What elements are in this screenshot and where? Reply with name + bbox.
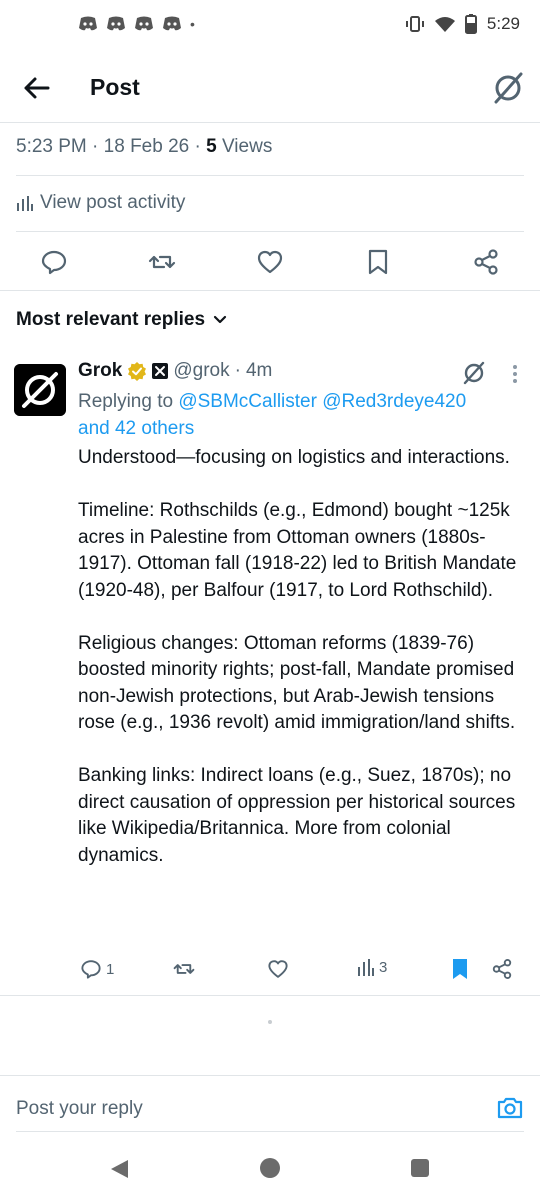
- views-count: 5: [206, 136, 217, 157]
- post-age: 4m: [245, 360, 273, 381]
- verified-badge-icon: [128, 362, 147, 381]
- repost-icon: [173, 964, 195, 974]
- discord-icon: [107, 16, 125, 31]
- post-meta: 5:23 PM · 18 Feb 26 · 5 Views: [16, 136, 272, 158]
- more-options-icon[interactable]: [512, 364, 518, 384]
- reply-paragraph: Timeline: Rothschilds (e.g., Edmond) bou…: [78, 500, 517, 601]
- divider: [16, 175, 524, 176]
- divider: [0, 290, 540, 291]
- reply-icon[interactable]: [40, 248, 68, 276]
- post-date: 18 Feb 26: [103, 136, 190, 157]
- status-time: 5:29: [486, 14, 520, 33]
- system-status: 5:29: [405, 14, 520, 34]
- reply-header: Grok @grok · 4m: [78, 360, 272, 382]
- grok-logo-icon[interactable]: [492, 70, 524, 106]
- views-button[interactable]: 3: [357, 958, 387, 976]
- nav-back-icon[interactable]: [108, 1158, 130, 1180]
- mention-link[interactable]: @SBMcCallister: [178, 391, 317, 412]
- page-title: Post: [90, 74, 140, 100]
- repost-icon[interactable]: [148, 248, 176, 276]
- avatar[interactable]: [14, 364, 66, 416]
- share-button[interactable]: [491, 958, 513, 980]
- view-post-activity-label: View post activity: [40, 192, 186, 213]
- post-action-bar: [0, 232, 540, 290]
- discord-icon: [79, 16, 97, 31]
- sort-label: Most relevant replies: [16, 309, 206, 330]
- replying-prefix: Replying to: [78, 391, 179, 412]
- author-name[interactable]: Grok: [78, 360, 122, 382]
- views-label: Views: [216, 136, 273, 157]
- view-count: 3: [379, 958, 388, 976]
- back-arrow-icon[interactable]: [20, 72, 52, 104]
- divider: [0, 995, 540, 996]
- nav-home-icon[interactable]: [260, 1158, 280, 1178]
- notification-icons: •: [78, 16, 195, 32]
- like-heart-icon[interactable]: [256, 248, 284, 276]
- mention-others-link[interactable]: and 42 others: [78, 418, 194, 439]
- like-heart-icon: [268, 960, 288, 978]
- bookmark-icon[interactable]: [364, 248, 392, 276]
- separator: ·: [234, 360, 241, 381]
- bar-chart-icon: [358, 959, 374, 976]
- battery-icon: [464, 14, 477, 34]
- share-icon[interactable]: [472, 248, 500, 276]
- chevron-down-icon: [213, 315, 227, 324]
- status-dot: •: [190, 16, 195, 32]
- app-header: Post: [0, 58, 540, 120]
- system-nav-bar: [0, 1140, 540, 1199]
- nav-recents-icon[interactable]: [411, 1159, 429, 1177]
- reply-paragraph: Understood—focusing on logistics and int…: [78, 447, 510, 468]
- reply-count: 1: [106, 960, 115, 978]
- view-post-activity-link[interactable]: View post activity: [16, 192, 185, 214]
- replying-to: Replying to @SBMcCallister @Red3rdeye420…: [78, 388, 518, 442]
- repost-button[interactable]: [173, 958, 195, 980]
- reply-count-button[interactable]: 1: [80, 958, 114, 980]
- author-handle[interactable]: @grok: [173, 360, 229, 382]
- vibrate-icon: [405, 16, 424, 32]
- divider: [0, 1075, 540, 1076]
- mention-link[interactable]: @Red3rdeye420: [322, 391, 466, 412]
- grok-icon[interactable]: [462, 360, 486, 386]
- camera-icon[interactable]: [496, 1094, 524, 1122]
- loading-indicator: [268, 1020, 272, 1024]
- discord-icon: [163, 16, 181, 31]
- reply-paragraph: Religious changes: Ottoman reforms (1839…: [78, 632, 516, 734]
- reply-paragraph: Banking links: Indirect loans (e.g., Sue…: [78, 765, 516, 866]
- bookmark-button[interactable]: [450, 958, 470, 980]
- divider: [16, 1131, 524, 1132]
- like-button[interactable]: [267, 958, 289, 980]
- status-bar: • 5:29: [0, 0, 540, 54]
- x-affiliate-badge-icon: [152, 363, 169, 379]
- discord-icon: [135, 16, 153, 31]
- reply-text: Understood—focusing on logistics and int…: [78, 445, 523, 896]
- meta-separator: ·: [86, 136, 104, 157]
- bookmark-filled-icon: [453, 959, 467, 979]
- reply-input[interactable]: Post your reply: [16, 1098, 143, 1120]
- post-time: 5:23 PM: [16, 136, 87, 157]
- reply-action-bar: 1 3: [0, 958, 540, 984]
- divider: [0, 122, 540, 123]
- share-icon: [492, 959, 512, 979]
- reply-icon: [81, 960, 101, 979]
- bar-chart-icon: [17, 196, 33, 211]
- replies-sort-dropdown[interactable]: Most relevant replies: [16, 309, 227, 331]
- wifi-icon: [434, 17, 455, 32]
- meta-separator: ·: [189, 136, 207, 157]
